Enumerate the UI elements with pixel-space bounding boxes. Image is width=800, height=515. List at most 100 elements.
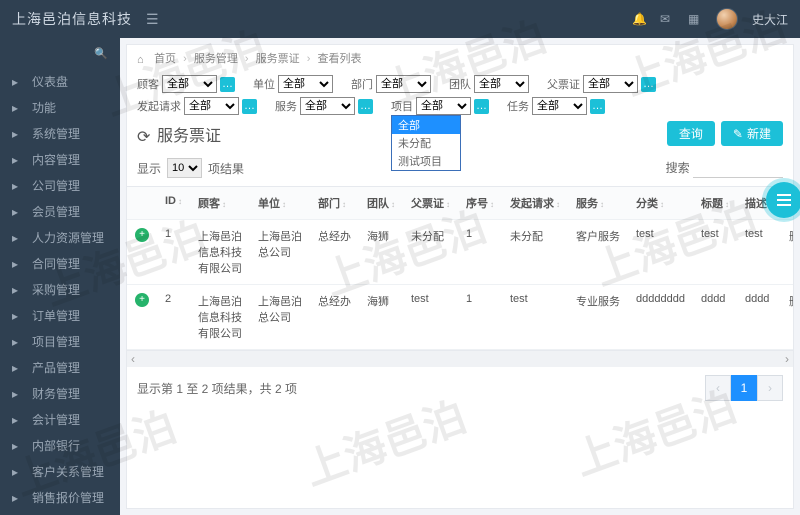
filter-select[interactable]: 全部 xyxy=(278,75,333,93)
filter-select[interactable]: 全部 xyxy=(184,97,239,115)
column-header[interactable]: 服务↕ xyxy=(568,187,628,220)
sidebar-item[interactable]: ▸采购管理 xyxy=(0,276,120,302)
sidebar-item[interactable]: ▸功能 xyxy=(0,94,120,120)
sidebar-item[interactable]: ▸订单管理 xyxy=(0,302,120,328)
column-header[interactable]: 顾客↕ xyxy=(190,187,250,220)
expand-icon[interactable]: + xyxy=(135,293,149,307)
cell-seq: 1 xyxy=(458,285,502,350)
column-header[interactable]: ID↕ xyxy=(157,187,190,220)
filter-select[interactable]: 全部 xyxy=(162,75,217,93)
filter-select[interactable]: 全部 xyxy=(583,75,638,93)
filter-add-button[interactable]: … xyxy=(590,99,605,114)
pager-prev[interactable]: ‹ xyxy=(705,375,731,401)
sidebar-item[interactable]: ▸产品管理 xyxy=(0,354,120,380)
column-header[interactable]: 部门↕ xyxy=(310,187,359,220)
sidebar-search[interactable]: 🔍 xyxy=(0,38,120,68)
filter-add-button[interactable]: … xyxy=(474,99,489,114)
sidebar-item[interactable]: ▸会员管理 xyxy=(0,198,120,224)
brand-title: 上海邑泊信息科技 xyxy=(12,9,132,29)
cell-dept: 总经办 xyxy=(310,285,359,350)
search-icon: 🔍 xyxy=(94,47,108,60)
bell-icon[interactable]: 🔔 xyxy=(632,12,646,26)
pager-page[interactable]: 1 xyxy=(731,375,757,401)
dropdown-option[interactable]: 未分配 xyxy=(392,134,460,152)
sort-icon: ↕ xyxy=(342,200,346,209)
filter-select[interactable]: 全部 xyxy=(416,97,471,115)
sidebar-item[interactable]: ▸仪表盘 xyxy=(0,68,120,94)
cell-desc: test xyxy=(737,220,781,285)
home-icon[interactable]: ⌂ xyxy=(137,46,148,57)
sidebar-toggle[interactable]: ☰ xyxy=(146,11,159,28)
pager-next[interactable]: › xyxy=(757,375,783,401)
sidebar-item[interactable]: ▸合同管理 xyxy=(0,250,120,276)
breadcrumb-part[interactable]: 服务管理 xyxy=(194,53,238,65)
dropdown-list[interactable]: 全部未分配测试项目 xyxy=(391,115,461,171)
new-button[interactable]: ✎新建 xyxy=(721,121,783,146)
bank-icon: ▸ xyxy=(12,439,24,451)
sidebar-item[interactable]: ▸会计管理 xyxy=(0,406,120,432)
expand-icon[interactable]: + xyxy=(135,228,149,242)
column-header[interactable]: 序号↕ xyxy=(458,187,502,220)
column-header[interactable]: 标题↕ xyxy=(693,187,737,220)
chevron-right-icon: › xyxy=(785,352,789,366)
sidebar-item[interactable]: ▸客户关系管理 xyxy=(0,458,120,484)
filter-add-button[interactable]: … xyxy=(220,77,235,92)
column-header[interactable] xyxy=(127,187,157,220)
pager: ‹1› xyxy=(705,375,783,401)
sidebar: 🔍 ▸仪表盘▸功能▸系统管理▸内容管理▸公司管理▸会员管理▸人力资源管理▸合同管… xyxy=(0,38,120,515)
filter-label: 顾客 xyxy=(137,76,159,92)
refresh-icon[interactable]: ⟳ xyxy=(137,127,151,141)
cell-action[interactable]: 删 xyxy=(781,220,793,285)
sidebar-item-label: 功能 xyxy=(32,99,56,116)
sidebar-item[interactable]: ▸人力资源管理 xyxy=(0,224,120,250)
breadcrumb-part[interactable]: 服务票证 xyxy=(256,53,300,65)
dropdown-option[interactable]: 测试项目 xyxy=(392,152,460,170)
dashboard-icon: ▸ xyxy=(12,75,24,87)
filter-select[interactable]: 全部 xyxy=(532,97,587,115)
cell-parent: 未分配 xyxy=(403,220,458,285)
sidebar-item[interactable]: ▸公司管理 xyxy=(0,172,120,198)
cell-unit: 上海邑泊总公司 xyxy=(250,220,310,285)
sort-icon: ↕ xyxy=(556,200,560,209)
filter-add-button[interactable]: … xyxy=(242,99,257,114)
filter-select[interactable]: 全部 xyxy=(376,75,431,93)
username[interactable]: 史大江 xyxy=(752,11,788,28)
content-area: ⌂ 首页 › 服务管理 › 服务票证 › 查看列表 顾客全部…单位全部部门全部团… xyxy=(120,38,800,515)
result-summary: 显示第 1 至 2 项结果，共 2 项 xyxy=(137,380,297,397)
filter-row: 发起请求全部…服务全部…项目全部…全部未分配测试项目任务全部… xyxy=(127,93,793,115)
sort-icon: ↕ xyxy=(282,200,286,209)
column-header[interactable]: 团队↕ xyxy=(359,187,403,220)
sidebar-item-label: 订单管理 xyxy=(32,307,80,324)
page-size-select[interactable]: 10 xyxy=(167,158,202,178)
column-header[interactable]: 发起请求↕ xyxy=(502,187,568,220)
filter-select[interactable]: 全部 xyxy=(474,75,529,93)
column-header[interactable]: 父票证↕ xyxy=(403,187,458,220)
dropdown-option[interactable]: 全部 xyxy=(392,116,460,134)
horizontal-scrollbar[interactable]: ‹ › xyxy=(127,351,793,367)
sidebar-item[interactable]: ▸内容管理 xyxy=(0,146,120,172)
floating-menu-button[interactable] xyxy=(766,182,800,218)
table-row: +1上海邑泊信息科技有限公司上海邑泊总公司总经办海狮未分配1未分配客户服务tes… xyxy=(127,220,793,285)
sidebar-item-label: 项目管理 xyxy=(32,333,80,350)
grid-icon[interactable]: ▦ xyxy=(688,12,702,26)
sidebar-item[interactable]: ▸销售报价管理 xyxy=(0,484,120,510)
column-header[interactable]: 分类↕ xyxy=(628,187,693,220)
sidebar-item[interactable]: ▸财务管理 xyxy=(0,380,120,406)
sidebar-item-label: 客户关系管理 xyxy=(32,463,104,480)
cell-customer: 上海邑泊信息科技有限公司 xyxy=(190,220,250,285)
sidebar-item[interactable]: ▸系统管理 xyxy=(0,120,120,146)
sidebar-item[interactable]: ▸内部银行 xyxy=(0,432,120,458)
column-header[interactable]: 单位↕ xyxy=(250,187,310,220)
sort-icon: ↕ xyxy=(446,200,450,209)
query-button[interactable]: 查询 xyxy=(667,121,715,146)
breadcrumb-home[interactable]: 首页 xyxy=(154,53,176,65)
filter-label: 父票证 xyxy=(547,76,580,92)
sidebar-item[interactable]: ▸项目管理 xyxy=(0,328,120,354)
filter-add-button[interactable]: … xyxy=(641,77,656,92)
search-input[interactable] xyxy=(693,159,783,178)
mail-icon[interactable]: ✉ xyxy=(660,12,674,26)
avatar[interactable] xyxy=(716,8,738,30)
filter-add-button[interactable]: … xyxy=(358,99,373,114)
cell-action[interactable]: 删 xyxy=(781,285,793,350)
filter-select[interactable]: 全部 xyxy=(300,97,355,115)
